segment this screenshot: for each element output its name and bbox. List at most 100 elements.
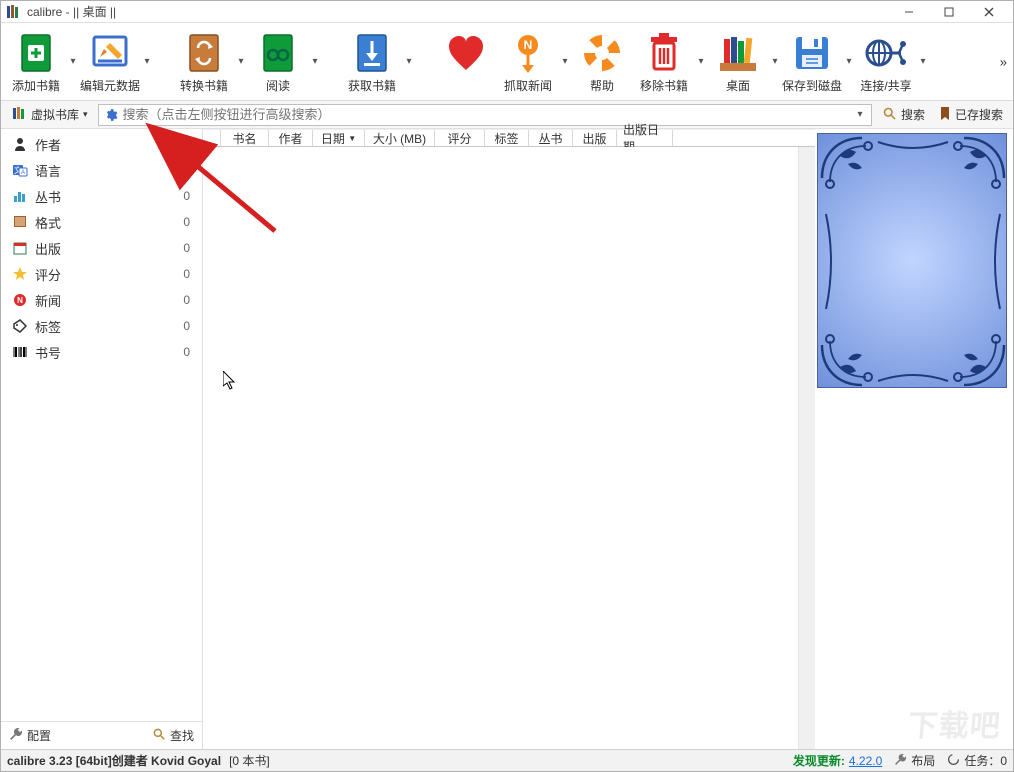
add-books-button[interactable]: 添加书籍: [5, 27, 67, 97]
col-pubdate[interactable]: 出版日期: [617, 130, 673, 146]
search-icon: [882, 106, 897, 124]
fetch-news-button[interactable]: N 抓取新闻: [497, 27, 559, 97]
virtual-library-button[interactable]: 虚拟书库 ▾: [7, 105, 92, 124]
convert-books-icon: [182, 29, 226, 77]
read-button[interactable]: 阅读: [247, 27, 309, 97]
titlebar: calibre - || 桌面 ||: [1, 1, 1013, 23]
col-tags[interactable]: 标签: [485, 130, 529, 146]
add-books-icon: [14, 29, 58, 77]
category-series[interactable]: 丛书0: [1, 183, 202, 209]
main-area: 作者0 文A语言0 丛书0 格式0 出版0 评分0 N新闻0 标签0 书号0 配…: [1, 129, 1013, 749]
maximize-button[interactable]: [929, 2, 969, 22]
fetch-news-icon: N: [506, 29, 550, 77]
search-icon: [152, 727, 166, 744]
category-identifier[interactable]: 书号0: [1, 339, 202, 365]
heart-button[interactable]: [435, 27, 497, 97]
category-tags[interactable]: 标签0: [1, 313, 202, 339]
category-author[interactable]: 作者0: [1, 131, 202, 157]
convert-books-button[interactable]: 转换书籍: [173, 27, 235, 97]
remove-books-icon: [642, 29, 686, 77]
category-list: 作者0 文A语言0 丛书0 格式0 出版0 评分0 N新闻0 标签0 书号0: [1, 129, 202, 721]
category-rating[interactable]: 评分0: [1, 261, 202, 287]
library-button[interactable]: 桌面: [707, 27, 769, 97]
column-headers: 书名 作者 日期 ▼ 大小 (MB) 评分 标签 丛书 出版 出版日期: [203, 129, 815, 147]
star-icon: [11, 265, 29, 283]
category-sidebar: 作者0 文A语言0 丛书0 格式0 出版0 评分0 N新闻0 标签0 书号0 配…: [1, 129, 203, 749]
books-icon: [11, 105, 27, 124]
connect-share-button[interactable]: 连接/共享: [855, 27, 917, 97]
col-rating[interactable]: 评分: [435, 130, 485, 146]
col-publisher[interactable]: 出版: [573, 130, 617, 146]
save-to-disk-button[interactable]: 保存到磁盘: [781, 27, 843, 97]
fetch-news-dropdown[interactable]: ▾: [559, 56, 571, 67]
bookmark-icon: [939, 106, 951, 124]
connect-share-dropdown[interactable]: ▾: [917, 56, 929, 67]
connect-share-icon: [864, 29, 908, 77]
get-books-icon: [350, 29, 394, 77]
book-icon: [11, 213, 29, 231]
col-title[interactable]: 书名: [221, 130, 269, 146]
gear-icon[interactable]: [103, 107, 119, 123]
svg-text:N: N: [17, 296, 23, 305]
app-icon: [5, 4, 21, 20]
get-books-button[interactable]: 获取书籍: [341, 27, 403, 97]
book-list[interactable]: [203, 147, 815, 749]
scrollbar[interactable]: [798, 147, 815, 749]
get-books-dropdown[interactable]: ▾: [403, 56, 415, 67]
add-books-dropdown[interactable]: ▾: [67, 56, 79, 67]
person-icon: [11, 135, 29, 153]
category-language[interactable]: 文A语言0: [1, 157, 202, 183]
search-input[interactable]: [119, 107, 853, 122]
library-dropdown[interactable]: ▾: [769, 56, 781, 67]
search-row: 虚拟书库 ▾ ▾ 搜索 已存搜索: [1, 101, 1013, 129]
search-box[interactable]: ▾: [98, 104, 872, 126]
remove-books-button[interactable]: 移除书籍: [633, 27, 695, 97]
minimize-button[interactable]: [889, 2, 929, 22]
edit-metadata-button[interactable]: 编辑元数据: [79, 27, 141, 97]
col-date[interactable]: 日期 ▼: [313, 130, 365, 146]
save-to-disk-dropdown[interactable]: ▾: [843, 56, 855, 67]
bars-icon: [11, 187, 29, 205]
svg-text:N: N: [524, 38, 533, 52]
find-button[interactable]: 查找: [152, 727, 194, 744]
sidebar-bottom: 配置 查找: [1, 721, 202, 749]
col-series[interactable]: 丛书: [529, 130, 573, 146]
config-button[interactable]: 配置: [9, 727, 51, 744]
jobs-button[interactable]: 任务：0: [947, 752, 1007, 769]
saved-search-button[interactable]: 已存搜索: [935, 106, 1007, 124]
category-publisher[interactable]: 出版0: [1, 235, 202, 261]
category-format[interactable]: 格式0: [1, 209, 202, 235]
read-dropdown[interactable]: ▾: [309, 56, 321, 67]
calendar-icon: [11, 239, 29, 257]
search-button[interactable]: 搜索: [878, 106, 929, 124]
close-button[interactable]: [969, 2, 1009, 22]
col-author[interactable]: 作者: [269, 130, 313, 146]
wrench-icon: [894, 753, 907, 769]
save-to-disk-icon: [790, 29, 834, 77]
layout-button[interactable]: 布局: [894, 752, 935, 769]
category-news[interactable]: N新闻0: [1, 287, 202, 313]
book-list-panel: 书名 作者 日期 ▼ 大小 (MB) 评分 标签 丛书 出版 出版日期: [203, 129, 815, 749]
read-icon: [256, 29, 300, 77]
app-title: calibre - || 桌面 ||: [27, 3, 889, 20]
help-icon: [580, 29, 624, 77]
book-cover[interactable]: [817, 133, 1007, 388]
heart-icon: [444, 29, 488, 77]
convert-books-dropdown[interactable]: ▾: [235, 56, 247, 67]
search-dropdown[interactable]: ▾: [853, 109, 867, 120]
edit-metadata-dropdown[interactable]: ▾: [141, 56, 153, 67]
language-icon: 文A: [11, 161, 29, 179]
wrench-icon: [9, 727, 23, 744]
remove-books-dropdown[interactable]: ▾: [695, 56, 707, 67]
status-version: calibre 3.23 [64bit]创建者 Kovid Goyal: [7, 752, 221, 769]
news-icon: N: [11, 291, 29, 309]
library-icon: [716, 29, 760, 77]
help-button[interactable]: 帮助: [571, 27, 633, 97]
toolbar-overflow-button[interactable]: »: [1000, 54, 1007, 69]
update-link[interactable]: 发现更新: 4.22.0: [793, 752, 882, 769]
col-size[interactable]: 大小 (MB): [365, 130, 435, 146]
status-bar: calibre 3.23 [64bit]创建者 Kovid Goyal [0 本…: [1, 749, 1013, 771]
edit-metadata-icon: [88, 29, 132, 77]
barcode-icon: [11, 343, 29, 361]
chevron-down-icon: ▾: [83, 109, 88, 120]
